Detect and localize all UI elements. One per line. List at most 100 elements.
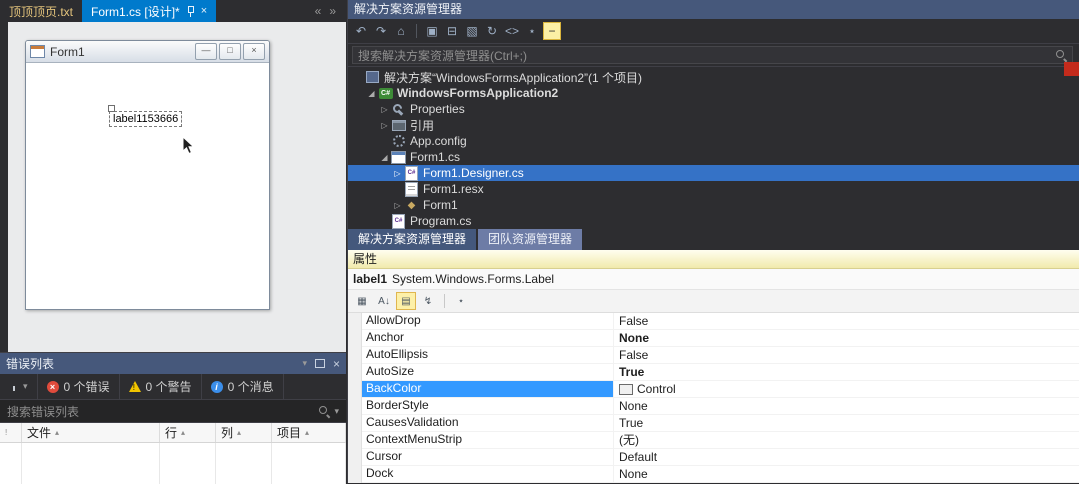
back-icon[interactable]: ↶ <box>352 22 370 40</box>
error-list-search[interactable]: 搜索错误列表 ▾ <box>0 400 346 423</box>
forms-designer-surface[interactable]: Form1 — □ × label1153666 <box>8 22 346 352</box>
property-row[interactable]: AutoSize True <box>362 364 1079 381</box>
property-value[interactable]: None <box>614 398 1079 414</box>
home-icon[interactable]: ⌂ <box>392 22 410 40</box>
property-pages-icon[interactable]: ⋆ <box>451 292 471 310</box>
property-value[interactable]: Default <box>614 449 1079 465</box>
panel-header-icons: ▾ × <box>302 357 340 371</box>
tab-form1-designer[interactable]: Form1.cs [设计]* × <box>82 0 217 22</box>
property-value[interactable]: False <box>614 313 1079 329</box>
property-row[interactable]: AutoEllipsis False <box>362 347 1079 364</box>
csproj-icon: C# <box>378 87 393 99</box>
tree-item[interactable]: App.config <box>348 133 1079 149</box>
form-client-area[interactable]: label1153666 <box>29 63 266 306</box>
tree-item[interactable]: ▷ Properties <box>348 101 1079 117</box>
warning-count-button[interactable]: ! 0 个警告 <box>120 374 202 399</box>
se-search-row: 搜索解决方案资源管理器(Ctrl+;) <box>348 44 1079 67</box>
designed-form-window[interactable]: Form1 — □ × label1153666 <box>25 40 270 310</box>
tree-item[interactable]: Form1.resx <box>348 181 1079 197</box>
property-row[interactable]: Cursor Default <box>362 449 1079 466</box>
form-icon <box>391 150 406 164</box>
chevron-left-icon[interactable]: « <box>315 4 322 18</box>
property-value[interactable]: False <box>614 347 1079 363</box>
chevron-right-icon[interactable]: » <box>329 4 336 18</box>
tree-item[interactable]: ▷ 引用 <box>348 117 1079 133</box>
column-header[interactable]: 项目 ▴ <box>272 423 346 442</box>
panel-tab-team-explorer[interactable]: 团队资源管理器 <box>478 229 583 250</box>
properties-view-icon[interactable]: ▤ <box>396 292 416 310</box>
property-value[interactable]: None <box>614 330 1079 346</box>
error-count-button[interactable]: × 0 个错误 <box>38 374 120 399</box>
column-header[interactable]: 列 ▴ <box>216 423 272 442</box>
warning-icon: ! <box>128 381 141 392</box>
property-value[interactable]: None <box>614 466 1079 482</box>
filter-button[interactable]: ▾ <box>0 374 38 399</box>
events-icon[interactable]: ↯ <box>418 292 438 310</box>
tree-item[interactable]: C# Program.cs <box>348 213 1079 229</box>
minimize-icon[interactable]: — <box>195 43 217 60</box>
column-label: 行 <box>165 426 178 440</box>
tree-item[interactable]: ◢ C# WindowsFormsApplication2 <box>348 85 1079 101</box>
tree-item[interactable]: 解决方案“WindowsFormsApplication2”(1 个项目) <box>348 69 1079 85</box>
property-value[interactable]: True <box>614 364 1079 380</box>
close-icon[interactable]: × <box>243 43 265 60</box>
alphabetical-icon[interactable]: A↓ <box>374 292 394 310</box>
float-window-icon[interactable] <box>314 359 325 368</box>
close-icon[interactable]: × <box>201 5 207 17</box>
search-icon[interactable] <box>319 405 330 417</box>
search-icon[interactable] <box>1056 49 1067 61</box>
tree-item[interactable]: ▷ ◆ Form1 <box>348 197 1079 213</box>
object-selector-dropdown[interactable]: label1 System.Windows.Forms.Label <box>348 269 1079 290</box>
chevron-down-icon[interactable]: ▾ <box>334 406 339 417</box>
expander-icon[interactable]: ▷ <box>391 201 404 210</box>
property-name: AllowDrop <box>362 313 614 329</box>
property-row[interactable]: Dock None <box>362 466 1079 483</box>
expander-icon[interactable]: ◢ <box>378 153 391 162</box>
view-code-icon[interactable]: <> <box>503 22 521 40</box>
maximize-icon[interactable]: □ <box>219 43 241 60</box>
tree-item[interactable]: ◢ Form1.cs <box>348 149 1079 165</box>
collapse-all-icon[interactable]: ⊟ <box>443 22 461 40</box>
property-row[interactable]: AllowDrop False <box>362 313 1079 330</box>
form-titlebar[interactable]: Form1 — □ × <box>26 41 269 63</box>
expander-icon[interactable]: ▷ <box>391 169 404 178</box>
close-icon[interactable]: × <box>333 357 340 371</box>
switch-views-icon[interactable]: ▣ <box>423 22 441 40</box>
properties-icon[interactable]: ⋆ <box>523 22 541 40</box>
designed-label-control[interactable]: label1153666 <box>107 105 183 127</box>
column-header[interactable]: 文件 ▴ <box>22 423 160 442</box>
tree-item-label: WindowsFormsApplication2 <box>397 86 559 100</box>
resx-glyph <box>405 181 418 197</box>
property-row[interactable]: BorderStyle None <box>362 398 1079 415</box>
expander-icon[interactable]: ▷ <box>378 105 391 114</box>
config-glyph <box>392 135 405 147</box>
preview-selected-icon[interactable]: − <box>543 22 561 40</box>
toolbar-separator <box>444 294 445 308</box>
refresh-icon[interactable]: ↻ <box>483 22 501 40</box>
expander-icon[interactable]: ▷ <box>378 121 391 130</box>
property-row[interactable]: ContextMenuStrip (无) <box>362 432 1079 449</box>
panel-menu-caret-icon[interactable]: ▾ <box>302 358 307 369</box>
categorized-icon[interactable]: ▦ <box>352 292 372 310</box>
property-row[interactable]: BackColor Control <box>362 381 1079 398</box>
property-value[interactable]: True <box>614 415 1079 431</box>
property-row[interactable]: CausesValidation True <box>362 415 1079 432</box>
forward-icon[interactable]: ↷ <box>372 22 390 40</box>
column-label: ! <box>5 428 8 437</box>
expander-icon[interactable]: ◢ <box>365 89 378 98</box>
column-header[interactable]: 行 ▴ <box>160 423 216 442</box>
panel-tab-solution-explorer[interactable]: 解决方案资源管理器 <box>348 229 477 250</box>
tree-item[interactable]: ▷ C# Form1.Designer.cs <box>348 165 1079 181</box>
property-value[interactable]: (无) <box>614 432 1079 448</box>
property-value[interactable]: Control <box>614 381 1079 397</box>
column-header[interactable]: ! <box>0 423 22 442</box>
property-row[interactable]: Anchor None <box>362 330 1079 347</box>
editor-pane: 顶顶顶页.txt Form1.cs [设计]* × « » Form1 — □ … <box>0 0 346 484</box>
refs-glyph <box>391 119 406 131</box>
info-count-button[interactable]: i 0 个消息 <box>202 374 284 399</box>
pin-icon[interactable] <box>186 5 195 17</box>
show-all-files-icon[interactable]: ▧ <box>463 22 481 40</box>
stat-label: 0 个错误 <box>63 380 110 394</box>
solution-search-input[interactable]: 搜索解决方案资源管理器(Ctrl+;) <box>352 46 1073 64</box>
tab-document-txt[interactable]: 顶顶顶页.txt <box>0 0 82 22</box>
